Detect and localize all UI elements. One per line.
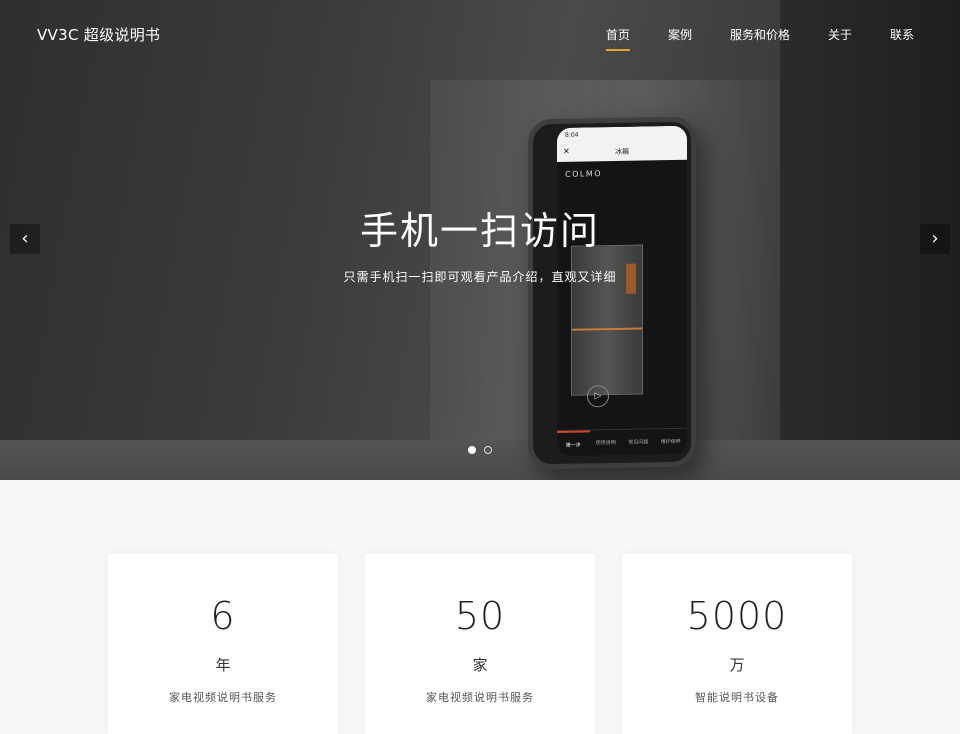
nav-item-about[interactable]: 关于 [828,26,852,51]
stat-value: 6 [210,594,236,638]
phone-topbar: 8:04 ✕ 冰箱 [557,125,687,162]
nav-item-home[interactable]: 首页 [605,26,630,51]
stat-unit: 家 [472,656,488,674]
stat-unit: 万 [729,656,745,674]
stat-value: 50 [454,594,506,638]
nav-item-contact[interactable]: 联系 [890,26,914,51]
phone-screen: 8:04 ✕ 冰箱 COLMO ▷ 第一步 使用说明 常见问题 维护保养 [557,125,687,456]
hero-subtitle: 只需手机扫一扫即可观看产品介绍，直观又详细 [343,270,617,284]
stat-description: 智能说明书设备 [695,691,779,704]
play-icon: ▷ [587,385,609,408]
site-logo[interactable]: VV3C 超级说明书 [37,24,160,45]
stats-section: 6 年 家电视频说明书服务 50 家 家电视频说明书服务 5000 万 智能说明… [108,554,852,734]
stat-description: 家电视频说明书服务 [426,691,534,704]
phone-tabbar: 第一步 使用说明 常见问题 维护保养 [557,427,687,456]
phone-tab: 使用说明 [595,439,616,447]
phone-screen-title: 冰箱 [615,147,629,156]
carousel-dot[interactable] [468,446,476,454]
carousel-pagination [468,446,492,454]
stat-value: 5000 [686,594,788,638]
stat-description: 家电视频说明书服务 [169,691,277,704]
nav-item-services-pricing[interactable]: 服务和价格 [730,26,790,51]
phone-tab: 常见问题 [628,439,649,446]
phone-tab: 维护保养 [660,438,681,446]
phone-brand-logo: COLMO [565,169,603,179]
hero-title: 手机一扫访问 [359,209,600,253]
stat-card: 50 家 家电视频说明书服务 [365,554,595,734]
phone-mockup: 8:04 ✕ 冰箱 COLMO ▷ 第一步 使用说明 常见问题 维护保养 [528,116,696,470]
main-menu: 首页 案例 服务和价格 关于 联系 [568,26,914,51]
fridge-trim [572,327,642,331]
stat-unit: 年 [215,656,231,674]
top-nav: VV3C 超级说明书 首页 案例 服务和价格 关于 联系 [0,0,960,70]
stat-card: 5000 万 智能说明书设备 [622,554,852,734]
stat-card: 6 年 家电视频说明书服务 [108,554,338,734]
phone-tab: 第一步 [557,430,590,456]
carousel-dot[interactable] [484,446,492,454]
nav-item-cases[interactable]: 案例 [668,26,692,51]
phone-time: 8:04 [565,131,579,139]
hero-banner: 8:04 ✕ 冰箱 COLMO ▷ 第一步 使用说明 常见问题 维护保养 VV3… [0,0,960,480]
